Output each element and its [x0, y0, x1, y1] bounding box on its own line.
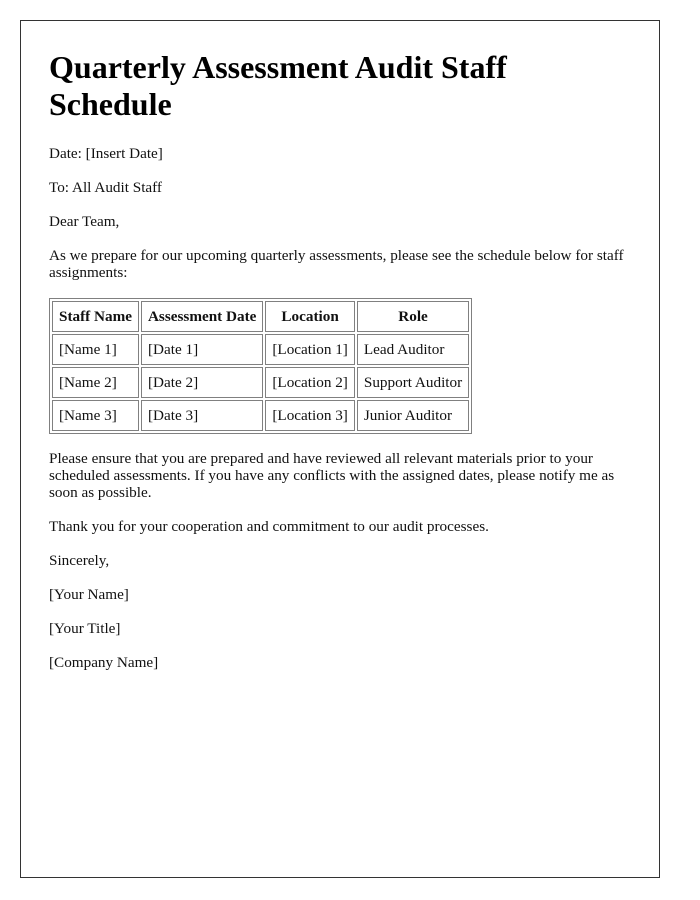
cell-location: [Location 2] [265, 367, 355, 398]
cell-assessment-date: [Date 3] [140, 400, 264, 431]
body-paragraph: Please ensure that you are prepared and … [49, 450, 615, 501]
cell-location: [Location 1] [265, 334, 355, 365]
page-title: Quarterly Assessment Audit Staff Schedul… [49, 49, 507, 122]
signature-title: [Your Title] [49, 620, 121, 637]
schedule-table: Staff Name Assessment Date Location Role… [49, 298, 473, 434]
table-row: [Name 2] [Date 2] [Location 2] Support A… [52, 367, 470, 398]
cell-assessment-date: [Date 1] [140, 334, 264, 365]
header-assessment-date: Assessment Date [140, 301, 264, 332]
header-location: Location [265, 301, 355, 332]
greeting: Dear Team, [49, 213, 120, 230]
signature-name: [Your Name] [49, 586, 129, 603]
header-staff-name: Staff Name [52, 301, 139, 332]
cell-role: Support Auditor [356, 367, 470, 398]
date-line: Date: [Insert Date] [49, 145, 163, 162]
cell-role: Junior Auditor [356, 400, 470, 431]
signature-company: [Company Name] [49, 654, 159, 671]
table-row: [Name 1] [Date 1] [Location 1] Lead Audi… [52, 334, 470, 365]
recipient-line: To: All Audit Staff [49, 179, 162, 196]
letter-page: Quarterly Assessment Audit Staff Schedul… [20, 20, 660, 878]
table-row: [Name 3] [Date 3] [Location 3] Junior Au… [52, 400, 470, 431]
header-role: Role [356, 301, 470, 332]
cell-staff-name: [Name 3] [52, 400, 139, 431]
closing: Sincerely, [49, 552, 110, 569]
cell-location: [Location 3] [265, 400, 355, 431]
intro-paragraph: As we prepare for our upcoming quarterly… [49, 247, 624, 281]
thanks-paragraph: Thank you for your cooperation and commi… [49, 518, 489, 535]
cell-staff-name: [Name 1] [52, 334, 139, 365]
table-header-row: Staff Name Assessment Date Location Role [52, 301, 470, 332]
cell-assessment-date: [Date 2] [140, 367, 264, 398]
cell-staff-name: [Name 2] [52, 367, 139, 398]
cell-role: Lead Auditor [356, 334, 470, 365]
